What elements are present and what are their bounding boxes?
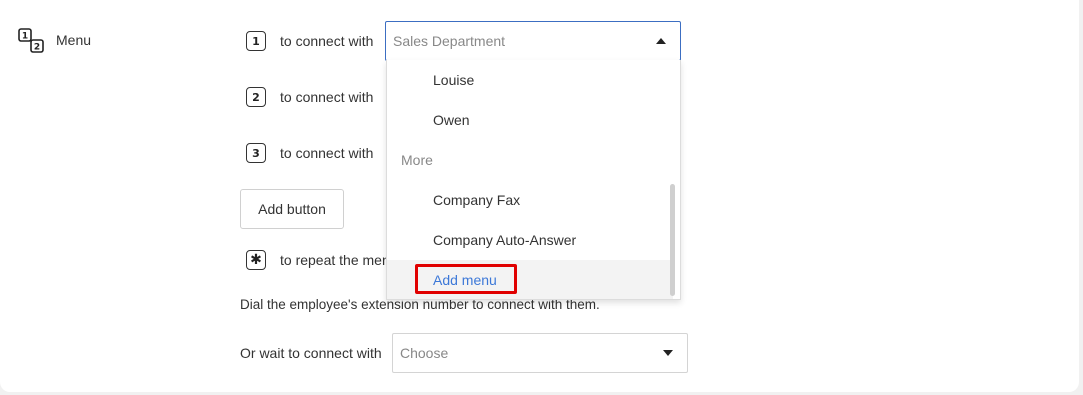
- svg-text:1: 1: [22, 32, 28, 42]
- highlight-box: [415, 264, 517, 294]
- caret-down-icon: [663, 350, 673, 356]
- add-button[interactable]: Add button: [240, 189, 344, 229]
- wait-select[interactable]: Choose: [392, 333, 688, 373]
- key-2-icon: 2: [246, 87, 266, 107]
- menu-label: Menu: [56, 32, 92, 48]
- row-1-label: to connect with: [280, 33, 374, 49]
- dropdown-option-company-fax[interactable]: Company Fax: [387, 180, 673, 220]
- repeat-row-label: to repeat the menu: [280, 252, 398, 268]
- wait-label: Or wait to connect with: [240, 345, 382, 361]
- row-1-select[interactable]: Sales Department: [385, 21, 681, 61]
- row-3-label: to connect with: [280, 145, 374, 161]
- caret-up-icon: [656, 38, 666, 44]
- settings-card: 1 2 Menu 1 to connect with Sales Departm…: [0, 0, 1079, 392]
- key-1-icon: 1: [246, 31, 266, 51]
- connect-dropdown-list[interactable]: Louise Owen More Company Fax Company Aut…: [386, 60, 681, 300]
- asterisk-key-icon: ✱: [246, 250, 266, 270]
- row-2-label: to connect with: [280, 89, 374, 105]
- svg-text:2: 2: [34, 43, 40, 53]
- dropdown-scrollbar[interactable]: [670, 184, 675, 296]
- dropdown-group-more: More: [401, 152, 433, 168]
- key-3-icon: 3: [246, 143, 266, 163]
- wait-select-placeholder: Choose: [400, 345, 449, 361]
- dropdown-option-louise[interactable]: Louise: [387, 60, 673, 100]
- numbered-menu-icon: 1 2: [18, 28, 46, 54]
- dropdown-option-owen[interactable]: Owen: [387, 100, 673, 140]
- row-1-select-value: Sales Department: [393, 33, 506, 49]
- dropdown-option-company-auto-answer[interactable]: Company Auto-Answer: [387, 220, 673, 260]
